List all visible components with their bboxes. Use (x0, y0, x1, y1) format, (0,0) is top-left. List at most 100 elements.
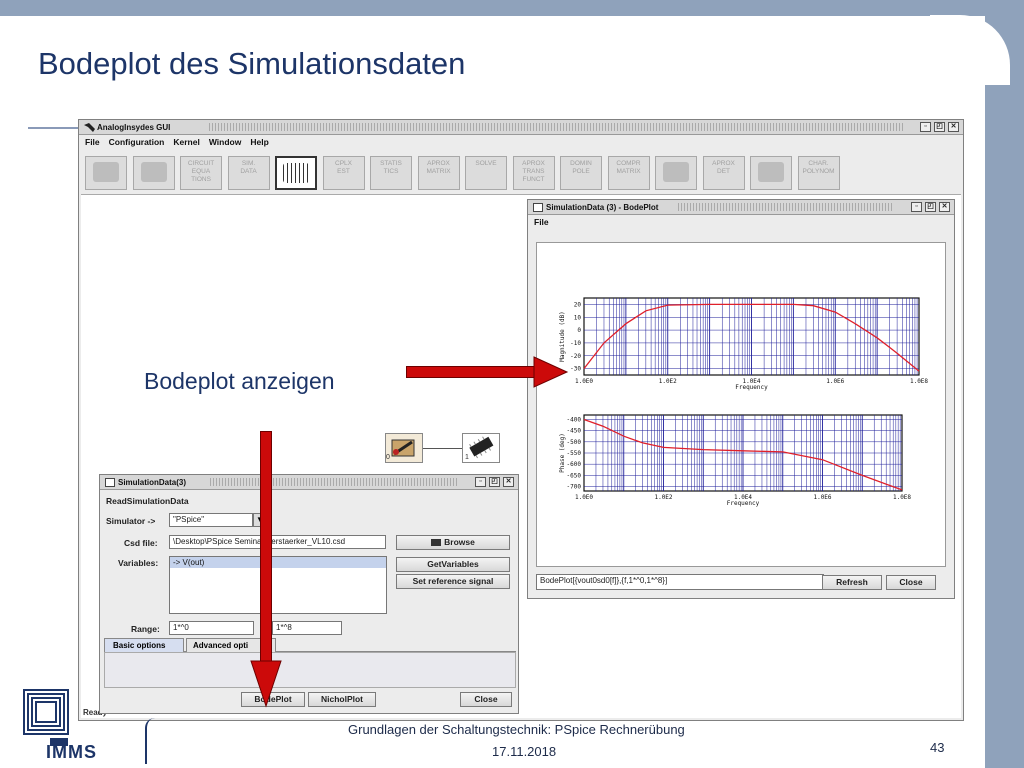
y-tick-label: -10 (570, 340, 581, 347)
toolbar-button-2[interactable]: CIRCUIT EQUA TIONS (180, 156, 222, 190)
annotation-label: Bodeplot anzeigen (144, 368, 335, 394)
toolbar-button-6[interactable]: STATIS TICS (370, 156, 412, 190)
section-label: ReadSimulationData (106, 496, 189, 506)
list-item[interactable]: -> V(out) (170, 557, 386, 568)
range-from-field[interactable]: 1*^0 (169, 621, 254, 635)
schematic-node-0[interactable]: 0 (385, 433, 423, 463)
browse-button[interactable]: Browse (396, 535, 510, 550)
toolbar-button-7[interactable]: APROX MATRIX (417, 156, 460, 190)
menu-file[interactable]: File (85, 136, 100, 149)
toolbar-button-14[interactable] (750, 156, 792, 190)
toolbar-button-11[interactable]: COMPR MATRIX (607, 156, 650, 190)
x-axis-label: Frequency (727, 500, 760, 507)
arrow-right-icon (533, 356, 569, 388)
set-reference-button[interactable]: Set reference signal (396, 574, 510, 589)
menu-help[interactable]: Help (250, 136, 268, 149)
page-number: 43 (930, 740, 945, 755)
close-icon[interactable]: ✕ (948, 122, 959, 132)
range-label: Range: (131, 624, 160, 634)
simulator-label: Simulator -> (106, 516, 156, 526)
toolbar-button-5[interactable]: CPLX EST (322, 156, 365, 190)
close-button[interactable]: Close (886, 575, 936, 590)
toolbar-button-9[interactable]: APROX TRANS FUNCT (512, 156, 555, 190)
toolbar-button-0[interactable] (85, 156, 127, 190)
maximize-icon[interactable]: ◰ (489, 477, 500, 487)
menu-configuration[interactable]: Configuration (109, 136, 165, 149)
menu-window[interactable]: Window (209, 136, 242, 149)
y-tick-label: 0 (577, 327, 581, 334)
app-logo-icon (84, 123, 95, 132)
toolbar-button-15[interactable]: CHAR. POLYNOM (797, 156, 840, 190)
bode-title-bar: SimulationData (3) - BodePlot ▫ ◰ ✕ (528, 200, 954, 215)
main-title-bar: AnalogInsydes GUI ▫ ◰ ✕ (79, 120, 963, 135)
bode-window-controls: ▫ ◰ ✕ (911, 202, 950, 212)
y-tick-label: -650 (567, 472, 582, 479)
node-label-1: 1 (465, 454, 469, 461)
y-tick-label: -30 (570, 366, 581, 373)
toolbar-button-1[interactable] (132, 156, 175, 190)
minimize-icon[interactable]: ▫ (920, 122, 931, 132)
x-tick-label: 1.0E2 (654, 494, 672, 501)
slide-top-band (0, 0, 1024, 16)
toolbar-button-10[interactable]: DOMIN POLE (560, 156, 602, 190)
toolbar-icon (283, 163, 309, 183)
footer-text: Grundlagen der Schaltungstechnik: PSpice… (348, 722, 685, 737)
toolbar-button-8[interactable]: SOLVE (465, 156, 507, 190)
y-tick-label: -500 (567, 439, 582, 446)
x-tick-label: 1.0E0 (575, 378, 593, 385)
folder-icon (431, 539, 442, 547)
main-window-controls: ▫ ◰ ✕ (920, 122, 959, 132)
slide-right-band (985, 0, 1024, 768)
tab-basic-options[interactable]: Basic options (104, 638, 184, 652)
y-axis-label: Magnitude (dB) (559, 311, 566, 362)
sim-title-bar: SimulationData(3) ▫ ◰ ✕ (100, 475, 518, 490)
maximize-icon[interactable]: ◰ (925, 202, 936, 212)
csd-file-field[interactable]: \Desktop\PSpice Seminar\Verstaerker_VL10… (169, 535, 386, 549)
slide-title: Bodeplot des Simulationsdaten (38, 46, 466, 81)
logo-text: IMMS (46, 742, 97, 762)
node-connector (423, 448, 462, 449)
getvariables-button[interactable]: GetVariables (396, 557, 510, 572)
title-grip (209, 123, 903, 131)
schematic-node-1[interactable]: 1 (462, 433, 500, 463)
menu-file[interactable]: File (534, 216, 549, 229)
menu-kernel[interactable]: Kernel (173, 136, 199, 149)
refresh-button[interactable]: Refresh (822, 575, 882, 590)
x-tick-label: 1.0E6 (826, 378, 844, 385)
y-tick-label: -20 (570, 353, 581, 360)
sim-window-controls: ▫ ◰ ✕ (475, 477, 514, 487)
toolbar-icon (758, 162, 784, 182)
main-window-title: AnalogInsydes GUI (97, 123, 171, 132)
variables-list[interactable]: -> V(out) (169, 556, 387, 614)
bode-window: SimulationData (3) - BodePlot ▫ ◰ ✕ File… (527, 199, 955, 599)
x-tick-label: 1.0E8 (910, 378, 928, 385)
toolbar-icon (93, 162, 119, 182)
wrench-icon (391, 439, 415, 457)
footer-divider (145, 718, 155, 764)
toolbar-button-12[interactable] (655, 156, 697, 190)
nicholplot-button[interactable]: NicholPlot (308, 692, 376, 707)
close-button[interactable]: Close (460, 692, 512, 707)
y-tick-label: -400 (567, 416, 582, 423)
toolbar-button-3[interactable]: SIM. DATA (227, 156, 270, 190)
x-tick-label: 1.0E2 (659, 378, 677, 385)
toolbar-button-13[interactable]: APROX DET (702, 156, 745, 190)
toolbar-button-4[interactable] (275, 156, 317, 190)
maximize-icon[interactable]: ◰ (934, 122, 945, 132)
y-tick-label: -550 (567, 450, 582, 457)
range-to-field[interactable]: 1*^8 (272, 621, 342, 635)
vertical-arrow-shaft (260, 431, 272, 663)
minimize-icon[interactable]: ▫ (475, 477, 486, 487)
minimize-icon[interactable]: ▫ (911, 202, 922, 212)
horizontal-arrow-shaft (406, 366, 536, 378)
y-tick-label: -700 (567, 484, 582, 491)
command-field[interactable]: BodePlot[{vout0sd0[f]},{f,1*^0,1*^8}] (536, 574, 824, 590)
x-axis-label: Frequency (735, 384, 768, 391)
bode-plot: 20100-10-20-301.0E0 1.0E2 1.0E4 1.0E6 1.0E8F… (559, 297, 928, 507)
close-icon[interactable]: ✕ (503, 477, 514, 487)
arrow-down-icon (250, 660, 282, 708)
y-tick-label: 20 (574, 301, 582, 308)
simulator-select[interactable]: "PSpice" (169, 513, 253, 527)
close-icon[interactable]: ✕ (939, 202, 950, 212)
title-grip (678, 203, 894, 211)
